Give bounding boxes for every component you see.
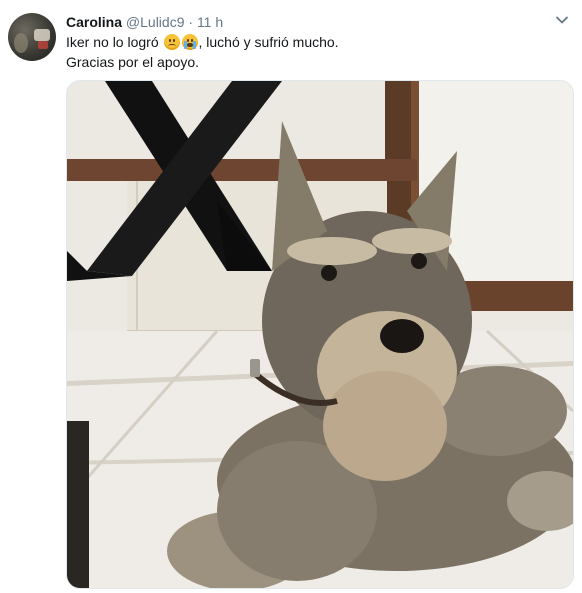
separator-dot: · (188, 14, 194, 30)
chevron-down-icon[interactable] (554, 12, 570, 28)
avatar-detail (34, 29, 50, 41)
dog-photo-illustration (67, 81, 573, 588)
sad-face-emoji (163, 34, 180, 50)
tweet[interactable]: Carolina @Lulidc9 · 11 h Iker no lo logr… (0, 0, 582, 593)
tweet-text-line-1: Iker no lo logró , luchó y sufrió mucho. (66, 32, 566, 52)
avatar-detail (14, 33, 28, 53)
tweet-text-line-2: Gracias por el apoyo. (66, 54, 200, 70)
tweet-text-part: Iker no lo logró (66, 34, 163, 50)
author-name[interactable]: Carolina (66, 14, 122, 30)
avatar[interactable] (8, 13, 56, 61)
avatar-detail (38, 41, 48, 49)
author-handle[interactable]: @Lulidc9 (126, 14, 185, 30)
tweet-text-part: , luchó y sufrió mucho. (198, 34, 339, 50)
crying-face-emoji (181, 34, 198, 50)
tweet-photo[interactable] (66, 80, 574, 589)
tweet-timestamp[interactable]: 11 h (197, 14, 223, 30)
tweet-text: Iker no lo logró , luchó y sufrió mucho.… (66, 32, 566, 72)
tweet-header: Carolina @Lulidc9 · 11 h (66, 13, 223, 31)
